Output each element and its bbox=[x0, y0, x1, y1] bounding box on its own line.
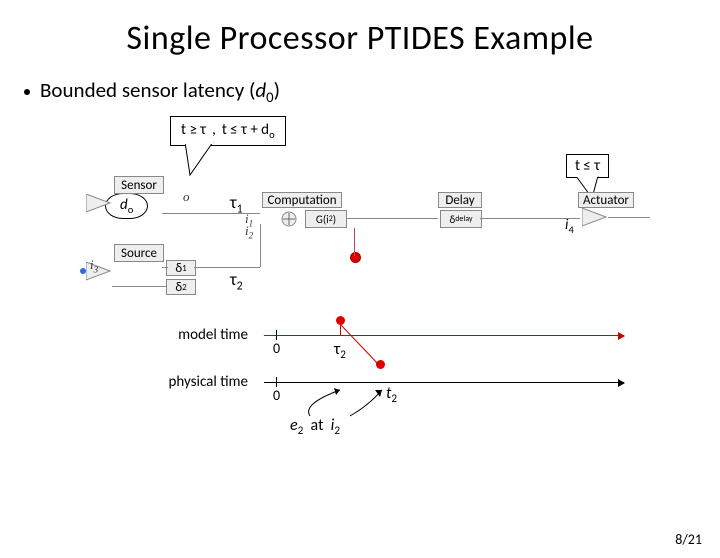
page-title: Single Processor PTIDES Example bbox=[0, 18, 720, 59]
physical-time-axis bbox=[264, 382, 624, 383]
adder-icon bbox=[280, 210, 298, 228]
bullet-line: Bounded sensor latency (d0) bbox=[24, 77, 720, 106]
event-gain-dot-icon bbox=[350, 252, 361, 263]
bullet-text: Bounded sensor latency (d0) bbox=[40, 77, 280, 106]
bullet-dot-icon bbox=[24, 89, 30, 95]
block-sensor: Sensor bbox=[114, 176, 164, 194]
model-time-label: model time bbox=[118, 326, 248, 344]
event-at-port: e2 at i2 bbox=[290, 416, 340, 438]
diagram-stage: t ≥ τ , t ≤ τ + do t ≤ τ do τ1 τ2 i4 Sen… bbox=[20, 116, 700, 456]
block-gain: G(i2) bbox=[305, 210, 347, 228]
callout-actuator-bound: t ≤ τ bbox=[566, 154, 609, 178]
block-delay: Delay bbox=[438, 192, 482, 208]
port-o: o bbox=[183, 189, 190, 205]
model-zero: 0 bbox=[273, 340, 280, 357]
brace-arrows-icon bbox=[290, 386, 400, 418]
block-computation: Computation bbox=[262, 192, 342, 208]
tau2-label: τ2 bbox=[230, 269, 243, 293]
block-delta-delay: δdelay bbox=[440, 210, 482, 228]
block-source: Source bbox=[114, 244, 164, 262]
physical-time-label: physical time bbox=[118, 373, 248, 391]
port-i3: i3 bbox=[90, 257, 98, 275]
sensor-amp-icon bbox=[86, 194, 112, 214]
block-actuator: Actuator bbox=[578, 192, 634, 208]
block-delta2: δ2 bbox=[166, 279, 196, 295]
i4-label: i4 bbox=[565, 216, 574, 236]
correspondence-line-icon bbox=[338, 322, 388, 374]
block-delta1: δ1 bbox=[166, 260, 196, 276]
port-i2: i2 bbox=[245, 223, 253, 241]
actuator-amp-icon bbox=[582, 208, 608, 228]
model-time-axis bbox=[264, 335, 624, 336]
callout-tail-icon bbox=[185, 142, 225, 182]
phys-zero: 0 bbox=[273, 387, 280, 404]
